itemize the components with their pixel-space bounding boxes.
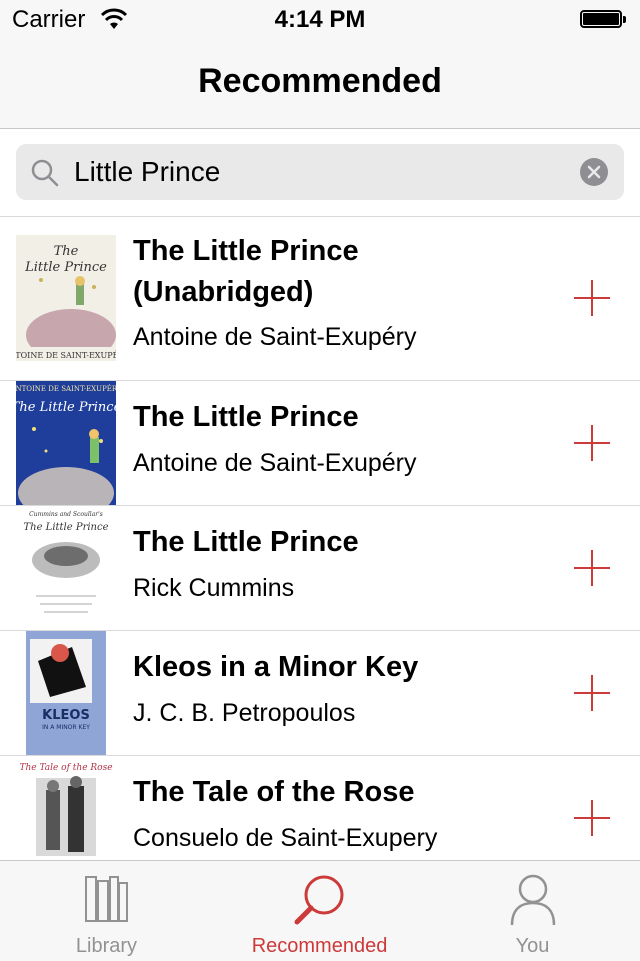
book-row[interactable]: Cummins and Scoullar's The Little Prince… <box>0 506 640 631</box>
search-field[interactable] <box>16 144 624 200</box>
book-cover: The Little Prince ANTOINE DE SAINT-EXUPÉ… <box>16 235 116 361</box>
svg-text:The Little Prince: The Little Prince <box>23 522 108 533</box>
svg-text:Cummins and Scoullar's: Cummins and Scoullar's <box>29 511 103 518</box>
tab-library[interactable]: Library <box>0 861 213 961</box>
book-title: The Little Prince <box>133 526 359 558</box>
book-title: The Little Prince (Unabridged) <box>133 231 553 313</box>
add-book-button[interactable] <box>574 800 610 836</box>
svg-text:The: The <box>54 244 79 259</box>
book-author: J. C. B. Petropoulos <box>133 699 356 727</box>
status-bar: Carrier 4:14 PM <box>0 0 640 40</box>
svg-text:The Tale of the Rose: The Tale of the Rose <box>19 763 112 773</box>
book-author: Antoine de Saint-Exupéry <box>133 449 417 477</box>
tab-label: Recommended <box>251 935 388 957</box>
clear-search-button[interactable] <box>580 158 608 186</box>
book-title: The Little Prince <box>133 401 359 433</box>
battery-icon <box>580 10 628 30</box>
svg-text:KLEOS: KLEOS <box>42 708 90 723</box>
magnifier-icon <box>294 875 343 925</box>
tab-label: You <box>515 935 550 957</box>
book-title: Kleos in a Minor Key <box>133 651 419 683</box>
add-book-button[interactable] <box>574 550 610 586</box>
book-row[interactable]: The Tale of the Rose The Tale of the Ros… <box>0 756 640 864</box>
tab-bar: Library Recommended You <box>0 860 640 961</box>
book-author: Rick Cummins <box>133 574 295 602</box>
book-row[interactable]: ANTOINE DE SAINT-EXUPÉRY The Little Prin… <box>0 381 640 506</box>
book-author: Antoine de Saint-Exupéry <box>133 323 417 351</box>
add-book-button[interactable] <box>574 280 610 316</box>
book-title-line: (Unabridged) <box>133 276 314 308</box>
status-time: 4:14 PM <box>274 6 366 33</box>
search-bar <box>0 129 640 217</box>
svg-text:Little Prince: Little Prince <box>24 260 107 275</box>
book-cover: KLEOS IN A MINOR KEY <box>16 631 116 755</box>
book-title-line: The Little Prince <box>133 235 359 267</box>
tab-label: Library <box>75 935 138 957</box>
svg-text:ANTOINE DE SAINT-EXUPÉRY: ANTOINE DE SAINT-EXUPÉRY <box>16 351 116 360</box>
book-cover: ANTOINE DE SAINT-EXUPÉRY The Little Prin… <box>16 381 116 505</box>
svg-text:The Little Prince: The Little Prince <box>16 400 116 415</box>
person-icon <box>510 874 555 926</box>
page-title: Recommended <box>198 62 442 100</box>
close-icon <box>587 165 601 179</box>
svg-text:ANTOINE DE SAINT-EXUPÉRY: ANTOINE DE SAINT-EXUPÉRY <box>16 384 116 393</box>
svg-text:IN A MINOR KEY: IN A MINOR KEY <box>42 724 90 731</box>
book-list: The Little Prince ANTOINE DE SAINT-EXUPÉ… <box>0 217 640 864</box>
search-input[interactable] <box>74 144 554 200</box>
search-icon <box>31 159 59 187</box>
book-row[interactable]: The Little Prince ANTOINE DE SAINT-EXUPÉ… <box>0 217 640 381</box>
book-title: The Tale of the Rose <box>133 776 415 808</box>
books-icon <box>84 876 128 922</box>
book-author: Consuelo de Saint-Exupery <box>133 824 438 852</box>
add-book-button[interactable] <box>574 675 610 711</box>
add-book-button[interactable] <box>574 425 610 461</box>
tab-recommended[interactable]: Recommended <box>213 861 426 961</box>
book-cover: The Tale of the Rose <box>16 756 116 864</box>
tab-you[interactable]: You <box>426 861 639 961</box>
book-row[interactable]: KLEOS IN A MINOR KEY Kleos in a Minor Ke… <box>0 631 640 756</box>
book-cover: Cummins and Scoullar's The Little Prince <box>16 506 116 630</box>
